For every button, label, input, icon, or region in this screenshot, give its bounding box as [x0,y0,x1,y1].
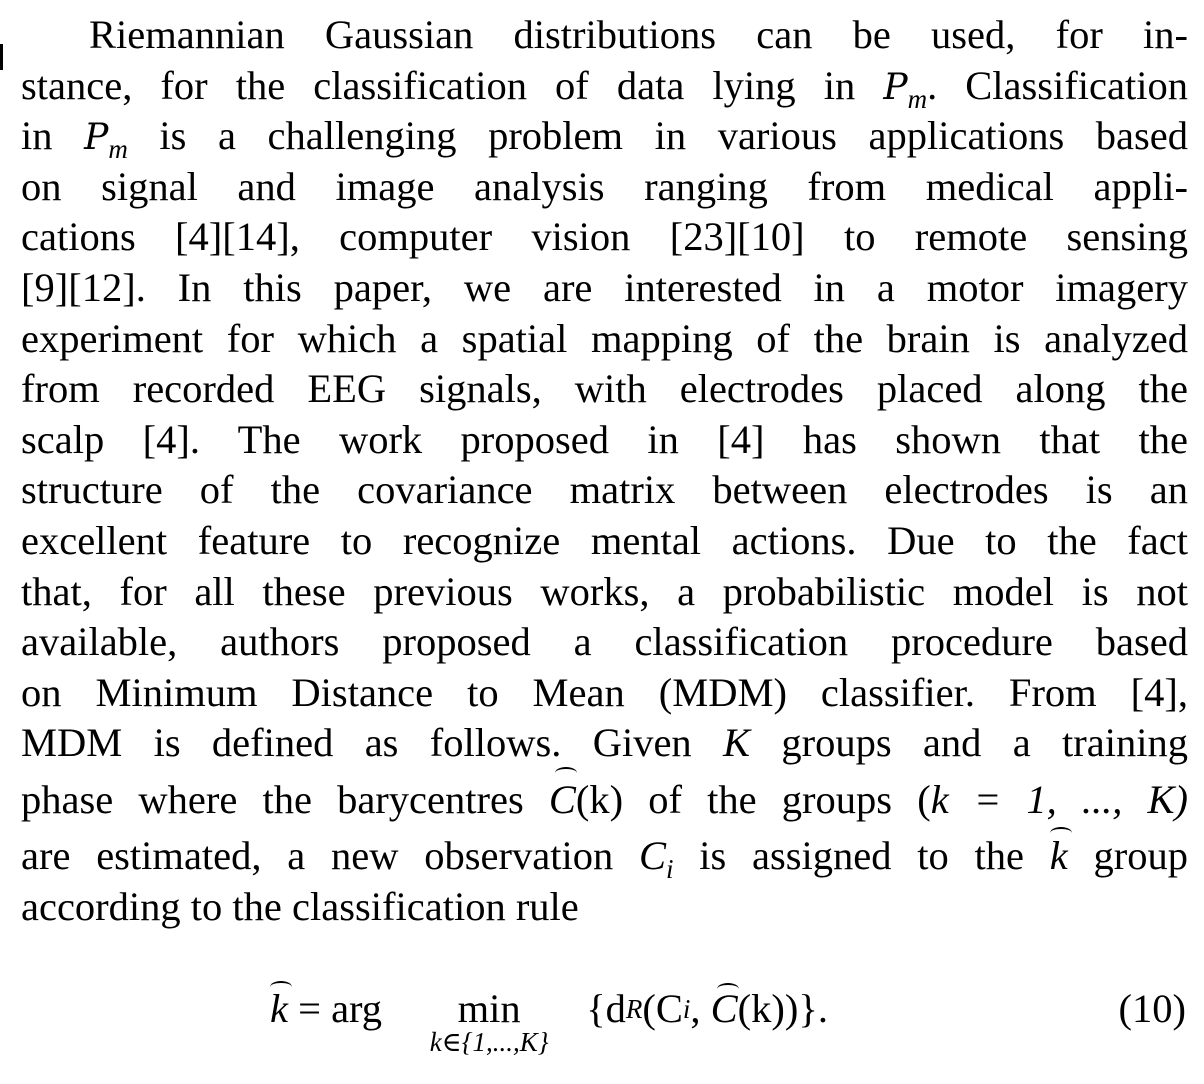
text-line: are estimated, a new observation Ci is a… [21,826,1188,884]
body-paragraph: Riemannian Gaussian distributions can be… [21,10,1188,932]
math-hat-k: k [1049,826,1072,882]
text-line: from recorded EEG signals, with electrod… [21,366,1188,412]
text-line: phase where the barycentres C(k) of the … [21,766,1188,831]
math-subscript-m: m [907,83,928,114]
text-line: cations [4][14], computer vision [23][10… [21,214,1188,260]
math-symbol-K: K [723,720,751,766]
equation-number: (10) [1118,986,1186,1031]
math-hat-C: C [710,983,739,1031]
equation-body: k = arg min k∈{1,...,K} {dR(Ci, C(k))}. [270,981,828,1057]
display-equation: k = arg min k∈{1,...,K} {dR(Ci, C(k))}. (1… [0,981,1204,1075]
text-line: MDM is defined as follows. Given K group… [21,720,1188,766]
equation-equals-arg: = arg [287,986,383,1031]
math-subscript-i: i [665,853,674,884]
text-line: available, authors proposed a classifica… [21,619,1188,665]
margin-mark [0,44,3,70]
text-line: on Minimum Distance to Mean (MDM) classi… [21,669,1188,715]
math-subscript-m: m [108,134,128,165]
text-line: in Pm is a challenging problem in variou… [21,113,1188,165]
math-hat-C: C [549,766,577,831]
text-line: according to the classification rule [21,883,579,929]
text-line: scalp [4]. The work proposed in [4] has … [21,416,1188,462]
math-symbol-P: P [84,117,109,159]
text-line: on signal and image analysis ranging fro… [21,163,1188,209]
text-line: stance, for the classification of data l… [21,62,1189,114]
equation-min-operator: min k∈{1,...,K} [394,985,584,1057]
text-line: that, for all these previous works, a pr… [21,568,1188,614]
math-symbol-P: P [883,66,908,108]
equation-min-subscript: k∈{1,...,K} [429,1027,549,1057]
text-line: Riemannian Gaussian distributions can be… [89,12,1188,57]
text-line: experiment for which a spatial mapping o… [21,315,1188,361]
equation-lhs: k [270,981,292,1031]
text-line: structure of the covariance matrix betwe… [21,467,1188,513]
math-symbol-C: C [638,832,666,878]
text-line: excellent feature to recognize mental ac… [21,517,1188,563]
text-line: [9][12]. In this paper, we are intereste… [21,264,1188,310]
